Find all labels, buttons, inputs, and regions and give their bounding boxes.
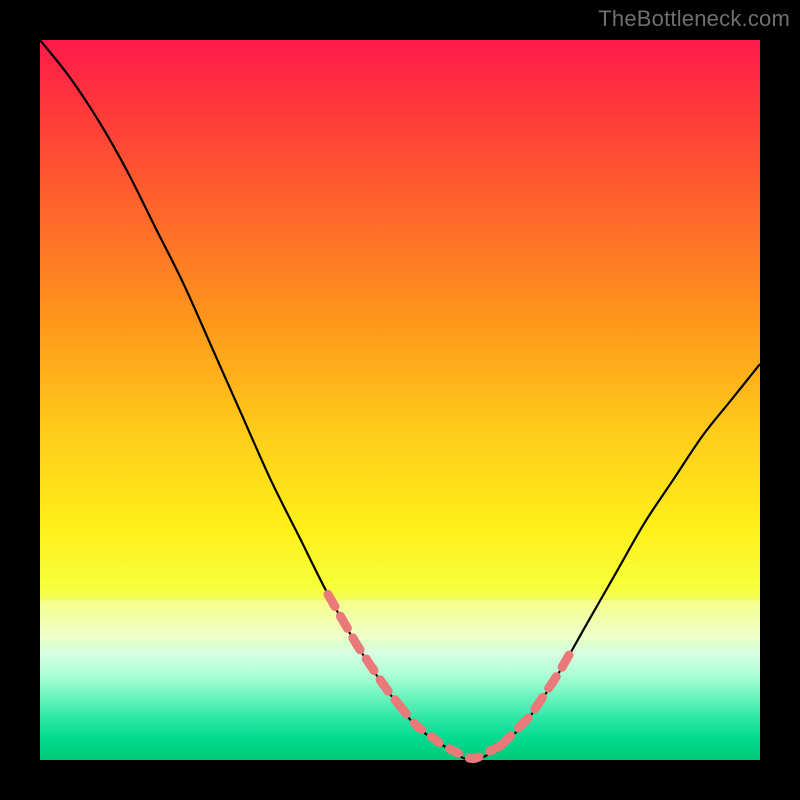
watermark-text: TheBottleneck.com [598, 6, 790, 32]
dash-segment-right [501, 648, 573, 745]
chart-frame: TheBottleneck.com [0, 0, 800, 800]
dash-segment-floor [400, 706, 501, 758]
curve-svg [40, 40, 760, 760]
bottleneck-curve [40, 40, 760, 760]
plot-area [40, 40, 760, 760]
dash-segment-left [328, 594, 400, 706]
